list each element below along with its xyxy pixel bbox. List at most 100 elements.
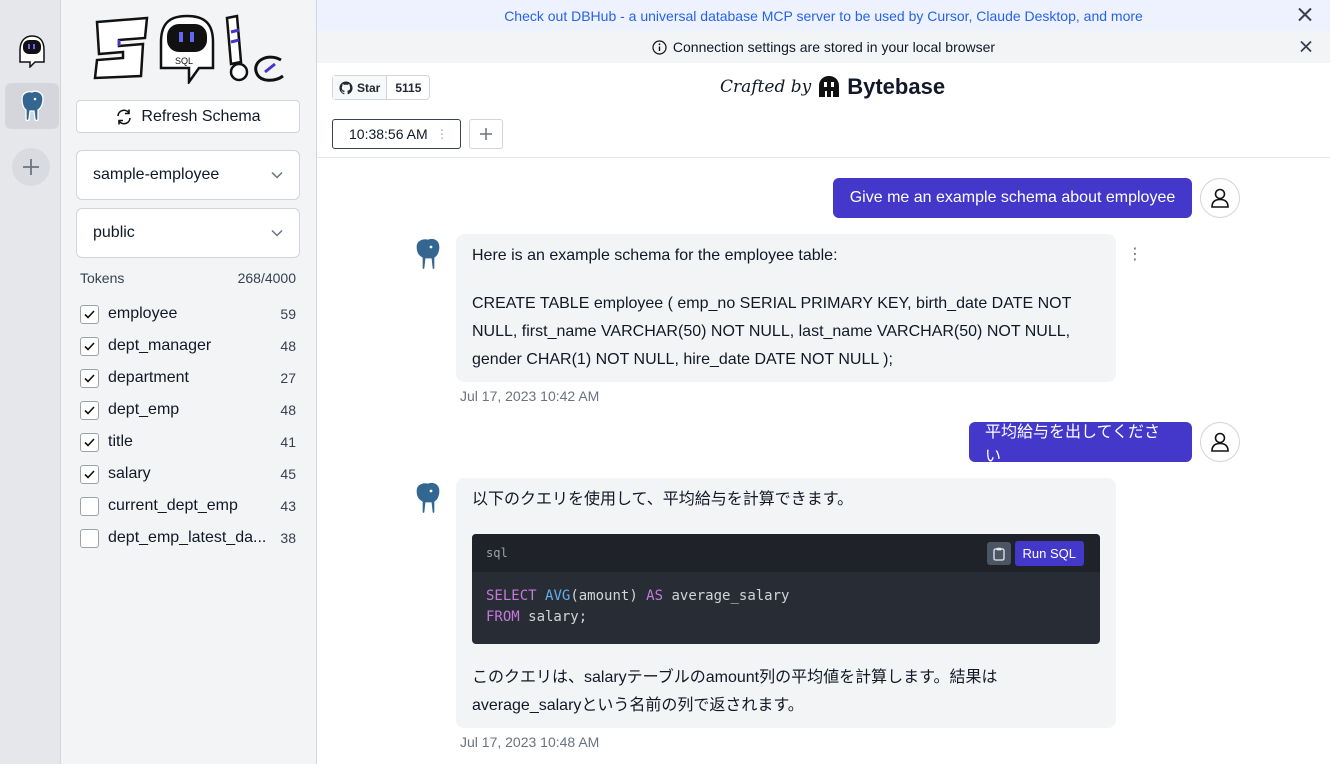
- sql-code-block: sql Run SQL SELECT AVG(amount) AS averag…: [472, 534, 1100, 644]
- user-message: 平均給与を出してください: [969, 422, 1192, 465]
- connection-rail: [0, 0, 61, 764]
- checkmark-icon: [84, 437, 95, 447]
- table-name: department: [108, 369, 189, 386]
- checkmark-icon: [84, 405, 95, 415]
- info-banner: Connection settings are stored in your l…: [317, 31, 1330, 63]
- table-row[interactable]: dept_manager 48: [80, 330, 296, 362]
- table-name: current_dept_emp: [108, 497, 238, 514]
- sqlchat-connection-item[interactable]: [5, 28, 59, 74]
- table-row[interactable]: dept_emp 48: [80, 394, 296, 426]
- schema-select[interactable]: public: [76, 208, 300, 258]
- close-icon: [1298, 7, 1312, 21]
- promo-banner-link[interactable]: Check out DBHub - a universal database M…: [504, 8, 1143, 24]
- database-select[interactable]: sample-employee: [76, 150, 300, 200]
- close-info-banner-button[interactable]: [1300, 37, 1312, 58]
- tab-label: 10:38:56 AM: [349, 126, 428, 142]
- table-checkbox[interactable]: [80, 304, 99, 324]
- promo-banner: Check out DBHub - a universal database M…: [317, 0, 1330, 31]
- postgres-elephant-icon: [21, 90, 44, 122]
- plus-icon: [480, 128, 492, 140]
- user-message: Give me an example schema about employee: [833, 178, 1192, 218]
- bytebase-brand: Bytebase: [847, 74, 946, 99]
- github-icon: [339, 80, 353, 94]
- table-checkbox[interactable]: [80, 400, 99, 420]
- table-row[interactable]: salary 45: [80, 458, 296, 490]
- user-icon: [1211, 188, 1229, 208]
- assistant-message: Here is an example schema for the employ…: [456, 234, 1116, 382]
- refresh-schema-label: Refresh Schema: [141, 107, 261, 125]
- crafted-by-text: Crafted by: [720, 77, 812, 97]
- table-token-count: 41: [280, 434, 296, 450]
- table-checkbox[interactable]: [80, 336, 99, 356]
- sql-code: SELECT AVG(amount) AS average_salary FRO…: [486, 588, 790, 625]
- plus-icon: [23, 159, 39, 175]
- table-name: title: [108, 433, 133, 450]
- close-icon: [1300, 40, 1312, 53]
- table-token-count: 43: [280, 498, 296, 514]
- table-row[interactable]: title 41: [80, 426, 296, 458]
- github-star-button[interactable]: Star 5115: [332, 75, 431, 100]
- tab-conversation[interactable]: 10:38:56 AM ⋮: [332, 119, 461, 149]
- code-block-header: sql Run SQL: [472, 534, 1100, 572]
- table-row[interactable]: current_dept_emp 43: [80, 490, 296, 522]
- info-banner-text: Connection settings are stored in your l…: [672, 39, 996, 55]
- assistant-message-intro: Here is an example schema for the employ…: [472, 247, 838, 264]
- run-sql-button[interactable]: Run SQL: [1014, 541, 1084, 566]
- assistant-message: 以下のクエリを使用して、平均給与を計算できます。 sql Run SQL SEL…: [456, 478, 1116, 728]
- chevron-down-icon: [271, 229, 283, 237]
- user-avatar: [1200, 178, 1240, 218]
- message-more-icon[interactable]: ⋮: [1127, 244, 1143, 264]
- tokens-summary: Tokens 268/4000: [80, 270, 296, 286]
- clipboard-icon: [993, 547, 1005, 561]
- table-list: employee 59 dept_manager 48 department 27 dept…: [80, 298, 296, 554]
- assistant-message-explanation: このクエリは、salaryテーブルのamount列の平均値を計算します。結果はa…: [472, 669, 998, 714]
- tokens-label: Tokens: [80, 270, 125, 286]
- code-language-label: sql: [486, 546, 508, 560]
- postgres-connection-item[interactable]: [5, 83, 59, 129]
- table-row[interactable]: dept_emp_latest_da... 38: [80, 522, 296, 554]
- table-token-count: 48: [280, 338, 296, 354]
- table-token-count: 27: [280, 370, 296, 386]
- table-token-count: 48: [280, 402, 296, 418]
- bytebase-logo-icon: [819, 76, 840, 97]
- chevron-down-icon: [271, 171, 283, 179]
- table-checkbox[interactable]: [80, 528, 99, 548]
- postgres-assistant-icon: [415, 481, 441, 515]
- assistant-message-schema: CREATE TABLE employee ( emp_no SERIAL PR…: [472, 295, 1072, 368]
- info-icon: [652, 39, 667, 55]
- table-name: dept_emp: [108, 401, 180, 418]
- message-timestamp: Jul 17, 2023 10:48 AM: [460, 734, 600, 750]
- refresh-schema-button[interactable]: Refresh Schema: [76, 100, 300, 133]
- close-promo-banner-button[interactable]: [1298, 5, 1312, 26]
- tab-more-icon[interactable]: ⋮: [436, 127, 448, 141]
- checkmark-icon: [84, 469, 95, 479]
- checkmark-icon: [84, 309, 95, 319]
- add-connection-button[interactable]: [12, 148, 50, 186]
- refresh-icon: [117, 109, 132, 124]
- database-select-value: sample-employee: [93, 166, 220, 183]
- header-divider: [317, 157, 1330, 158]
- table-row[interactable]: employee 59: [80, 298, 296, 330]
- github-star-count: 5115: [395, 80, 422, 95]
- table-token-count: 38: [280, 530, 296, 546]
- sqlchat-logo: SQL: [93, 14, 284, 84]
- tokens-value: 268/4000: [237, 270, 296, 286]
- table-checkbox[interactable]: [80, 496, 99, 516]
- new-conversation-tab-button[interactable]: [469, 119, 503, 149]
- crafted-by-bytebase-link[interactable]: Crafted by Bytebase: [720, 72, 945, 102]
- svg-text:SQL: SQL: [175, 56, 193, 66]
- table-checkbox[interactable]: [80, 368, 99, 388]
- user-message-text: Give me an example schema about employee: [849, 189, 1176, 206]
- chat-main: Check out DBHub - a universal database M…: [317, 0, 1330, 764]
- table-row[interactable]: department 27: [80, 362, 296, 394]
- sqlchat-bot-icon: [19, 35, 45, 68]
- table-name: employee: [108, 305, 178, 322]
- checkmark-icon: [84, 373, 95, 383]
- checkmark-icon: [84, 341, 95, 351]
- schema-sidebar: SQL Refresh Schema sample-employee publi…: [61, 0, 317, 764]
- message-timestamp: Jul 17, 2023 10:42 AM: [460, 388, 600, 404]
- copy-code-button[interactable]: [987, 542, 1011, 565]
- table-name: dept_manager: [108, 337, 212, 354]
- table-checkbox[interactable]: [80, 464, 99, 484]
- table-checkbox[interactable]: [80, 432, 99, 452]
